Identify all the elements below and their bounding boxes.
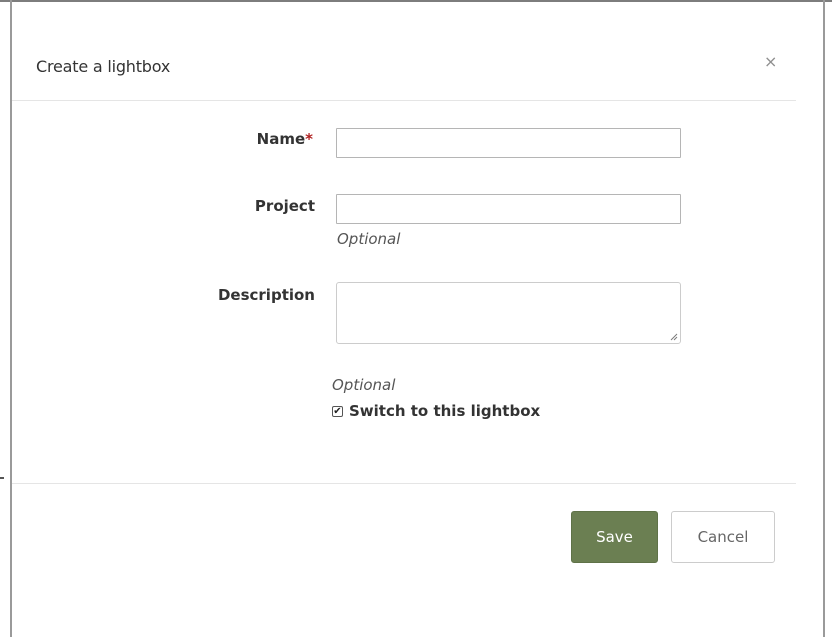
- switch-lightbox-checkbox[interactable]: ✔: [332, 406, 343, 417]
- close-icon[interactable]: ×: [764, 52, 777, 72]
- project-label: Project: [254, 197, 315, 215]
- checkmark-icon: ✔: [333, 406, 342, 417]
- project-help-text: Optional: [337, 230, 401, 248]
- window-right-border: [823, 0, 825, 637]
- switch-lightbox-label[interactable]: Switch to this lightbox: [349, 402, 540, 420]
- dialog-header: Create a lightbox ×: [12, 2, 796, 101]
- create-lightbox-dialog: Create a lightbox × Name* Project Option…: [12, 2, 823, 637]
- description-textarea[interactable]: [336, 282, 681, 344]
- name-label: Name*: [218, 130, 313, 148]
- save-button[interactable]: Save: [571, 511, 658, 563]
- required-marker: *: [305, 130, 313, 148]
- description-help-text: Optional: [332, 376, 396, 394]
- name-input[interactable]: [336, 128, 681, 158]
- screenshot-frame: Create a lightbox × Name* Project Option…: [0, 0, 832, 637]
- footer-divider: [12, 483, 796, 484]
- name-label-text: Name: [256, 130, 306, 148]
- cancel-button[interactable]: Cancel: [671, 511, 775, 563]
- description-label: Description: [217, 286, 315, 304]
- project-input[interactable]: [336, 194, 681, 224]
- dialog-title: Create a lightbox: [36, 57, 171, 76]
- edge-marker: [0, 477, 4, 479]
- resize-handle-icon[interactable]: [670, 333, 678, 341]
